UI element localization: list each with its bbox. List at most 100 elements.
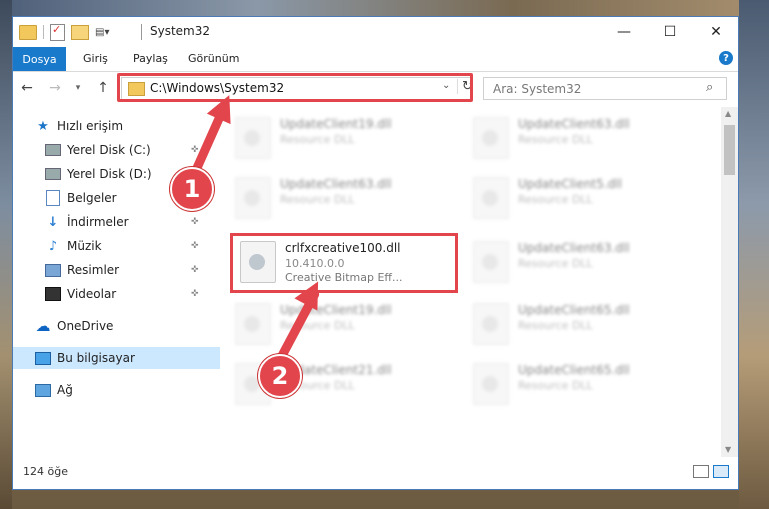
- nav-item-label: Resimler: [67, 263, 120, 277]
- step-badge-1: 1: [170, 167, 214, 211]
- nav-item-label: Hızlı erişim: [57, 119, 124, 133]
- nav-item-videos[interactable]: Videolar ✜: [13, 283, 237, 305]
- window-title: System32: [150, 24, 211, 38]
- title-separator: [141, 24, 142, 40]
- up-arrow-icon[interactable]: ↑: [93, 78, 113, 98]
- tab-file[interactable]: Dosya: [13, 47, 66, 71]
- file-type: Resource DLL: [518, 257, 593, 270]
- network-icon: [35, 383, 51, 397]
- step-badge-2: 2: [258, 354, 302, 398]
- file-item[interactable]: UpdateClient19.dll Resource DLL: [230, 113, 450, 159]
- nav-item-label: Müzik: [67, 239, 102, 253]
- pin-icon: ✜: [191, 241, 199, 251]
- address-highlight-box: [117, 73, 473, 102]
- desktop-background-left: [0, 0, 12, 509]
- folder-icon: [19, 24, 37, 40]
- cloud-icon: ☁: [35, 317, 51, 335]
- desktop-background-right: [739, 0, 769, 509]
- downloads-icon: ↓: [47, 214, 59, 230]
- search-icon: ⌕: [706, 80, 714, 95]
- file-item[interactable]: UpdateClient65.dll Resource DLL: [468, 359, 688, 405]
- back-arrow-icon[interactable]: ←: [17, 78, 37, 98]
- file-type: Resource DLL: [518, 379, 593, 392]
- nav-item-label: Ağ: [57, 383, 73, 397]
- dll-file-icon: [473, 241, 509, 283]
- maximize-button[interactable]: ☐: [647, 17, 693, 47]
- file-name: UpdateClient19.dll: [280, 117, 392, 131]
- dll-file-icon: [473, 117, 509, 159]
- nav-item-label: Bu bilgisayar: [57, 351, 135, 365]
- nav-item-quick-access[interactable]: ★ Hızlı erişim: [13, 115, 227, 137]
- toolbar-separator: [43, 25, 44, 39]
- file-name: UpdateClient65.dll: [518, 363, 630, 377]
- item-count: 124 öğe: [23, 465, 68, 478]
- tab-share[interactable]: Paylaş: [133, 52, 168, 65]
- help-icon[interactable]: ?: [719, 51, 733, 65]
- search-input[interactable]: Ara: System32: [493, 82, 581, 96]
- music-icon: ♪: [48, 238, 58, 254]
- new-folder-icon[interactable]: [71, 24, 89, 40]
- quick-access-toolbar: ▤▾: [19, 23, 109, 41]
- dll-file-icon: [235, 177, 271, 219]
- file-name: UpdateClient63.dll: [280, 177, 392, 191]
- nav-item-label: Yerel Disk (D:): [67, 167, 152, 181]
- disk-icon: [45, 144, 61, 156]
- file-name: UpdateClient65.dll: [518, 303, 630, 317]
- disk-icon: [45, 168, 61, 180]
- pin-icon: ✜: [191, 289, 199, 299]
- large-icons-view-icon[interactable]: [713, 465, 729, 478]
- nav-item-downloads[interactable]: ↓ İndirmeler ✜: [13, 211, 237, 233]
- search-box[interactable]: Ara: System32 ⌕: [483, 77, 727, 100]
- file-item[interactable]: UpdateClient5.dll Resource DLL: [468, 173, 688, 219]
- scroll-up-icon[interactable]: ▲: [725, 109, 731, 118]
- desktop-background-top: [0, 0, 769, 16]
- nav-item-label: Yerel Disk (C:): [67, 143, 151, 157]
- navigation-pane: ★ Hızlı erişim Yerel Disk (C:) ✜ Yerel D…: [13, 107, 227, 457]
- nav-item-label: OneDrive: [57, 319, 114, 333]
- close-button[interactable]: ✕: [693, 17, 739, 47]
- nav-item-network[interactable]: Ağ: [13, 379, 227, 401]
- file-type: Resource DLL: [518, 319, 593, 332]
- nav-item-this-pc[interactable]: Bu bilgisayar: [13, 347, 227, 369]
- computer-icon: [35, 351, 51, 365]
- file-type: Resource DLL: [280, 133, 355, 146]
- details-view-icon[interactable]: [693, 465, 709, 478]
- file-item[interactable]: UpdateClient63.dll Resource DLL: [468, 113, 688, 159]
- pictures-icon: [45, 263, 61, 277]
- dll-file-icon: [235, 303, 271, 345]
- title-bar: ▤▾ System32 — ☐ ✕: [13, 17, 738, 47]
- file-item[interactable]: UpdateClient63.dll Resource DLL: [230, 173, 450, 219]
- file-item[interactable]: UpdateClient65.dll Resource DLL: [468, 299, 688, 345]
- file-item[interactable]: UpdateClient19.dll Resource DLL: [230, 299, 450, 345]
- file-type: Resource DLL: [518, 193, 593, 206]
- scroll-down-icon[interactable]: ▼: [725, 445, 731, 454]
- status-bar: 124 öğe: [13, 459, 738, 489]
- documents-icon: [46, 190, 60, 206]
- nav-item-label: Videolar: [67, 287, 117, 301]
- nav-item-pictures[interactable]: Resimler ✜: [13, 259, 237, 281]
- vertical-scrollbar[interactable]: ▲ ▼: [721, 107, 738, 457]
- properties-icon[interactable]: [50, 23, 65, 41]
- nav-item-label: İndirmeler: [67, 215, 129, 229]
- scroll-thumb[interactable]: [724, 125, 735, 175]
- ribbon-tabs: Dosya Giriş Paylaş Görünüm ?: [13, 47, 738, 72]
- dll-file-icon: [473, 177, 509, 219]
- nav-item-onedrive[interactable]: ☁ OneDrive: [13, 315, 227, 337]
- videos-icon: [45, 287, 61, 301]
- dll-file-icon: [473, 303, 509, 345]
- tab-home[interactable]: Giriş: [83, 52, 108, 65]
- pin-icon: ✜: [191, 217, 199, 227]
- recent-locations-icon[interactable]: ▾: [68, 78, 88, 98]
- nav-item-music[interactable]: ♪ Müzik ✜: [13, 235, 237, 257]
- customize-toolbar-icon[interactable]: ▤▾: [95, 27, 109, 38]
- file-type: Resource DLL: [518, 133, 593, 146]
- forward-arrow-icon[interactable]: →: [45, 78, 65, 98]
- file-item[interactable]: UpdateClient63.dll Resource DLL: [468, 237, 688, 283]
- tab-view[interactable]: Görünüm: [188, 52, 239, 65]
- file-name: UpdateClient63.dll: [518, 117, 630, 131]
- minimize-button[interactable]: —: [601, 17, 647, 47]
- file-name: UpdateClient5.dll: [518, 177, 622, 191]
- pin-icon: ✜: [191, 265, 199, 275]
- file-type: Resource DLL: [280, 193, 355, 206]
- navigation-row: ← → ▾ ↑ C:\Windows\System32 ⌄ ↻ Ara: Sys…: [13, 72, 738, 106]
